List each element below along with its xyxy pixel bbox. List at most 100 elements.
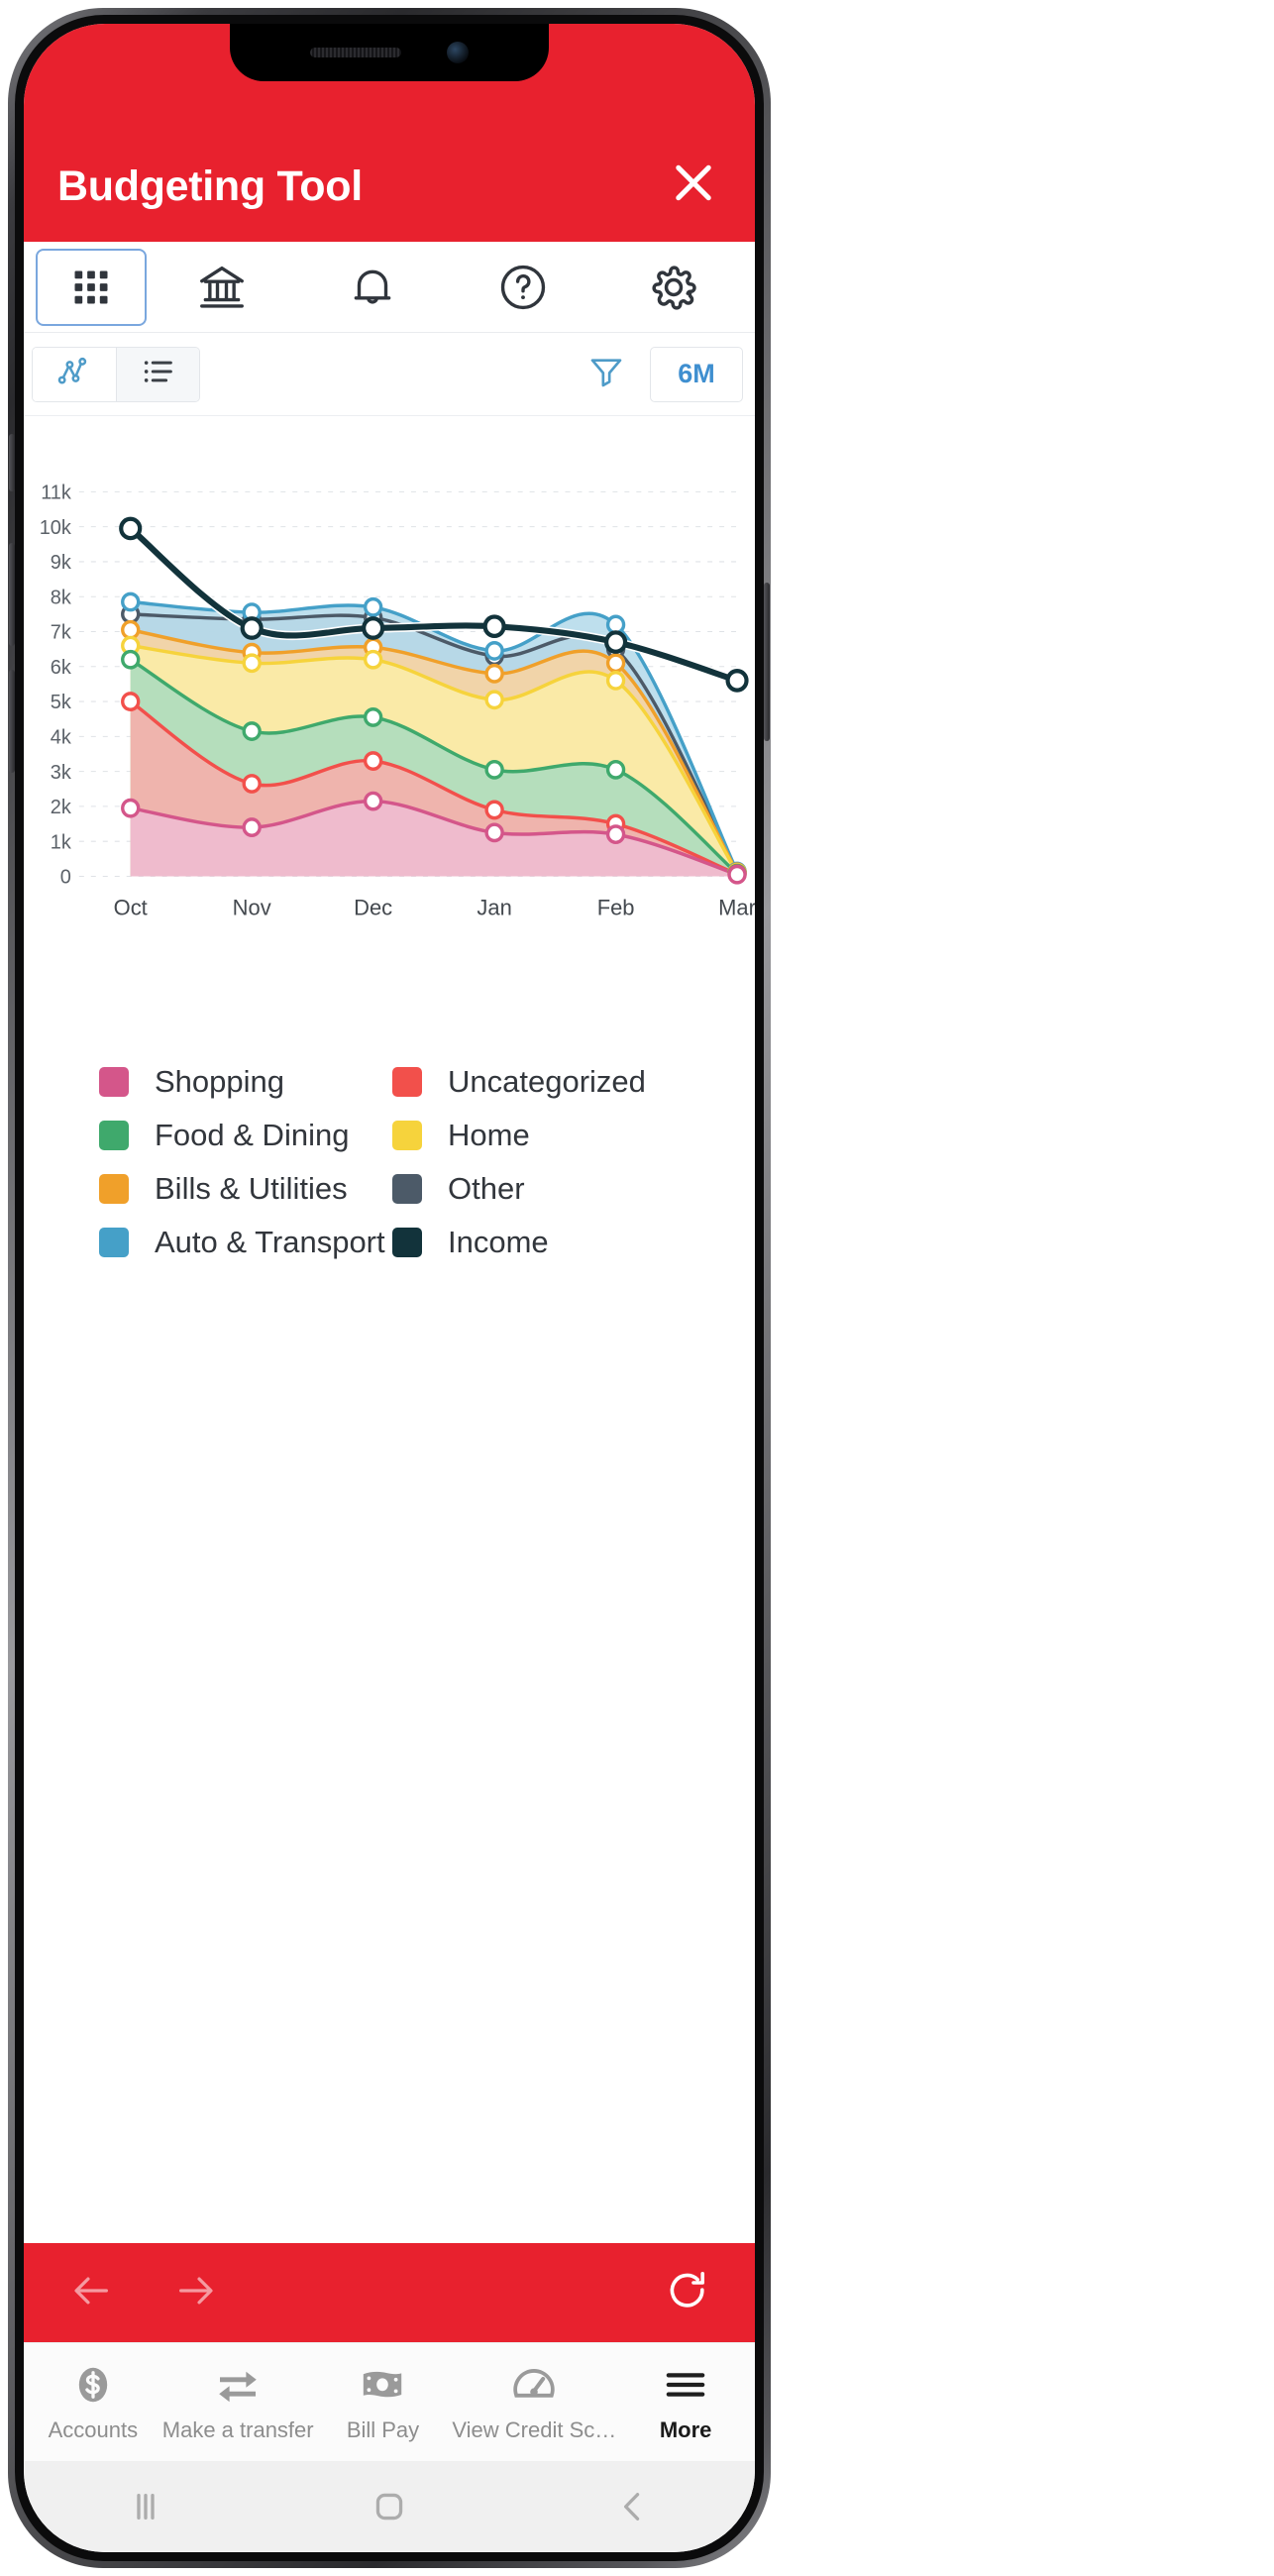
bottom-tab-view-credit-score[interactable]: View Credit Sc… <box>452 2343 616 2461</box>
stacked-area-chart[interactable]: 0 1k 2k 3k 4k 5k 6k 7k 8k 9k 10k 11k Oct Nov Dec Jan Feb… <box>24 474 755 949</box>
line-chart-icon <box>55 353 93 395</box>
legend-label: Home <box>448 1118 530 1152</box>
bottom-tab-label: Accounts <box>48 2416 139 2442</box>
tab-help[interactable] <box>448 249 598 326</box>
svg-text:1k: 1k <box>51 831 72 853</box>
tab-notifications[interactable] <box>297 249 448 326</box>
legend-item-bills-utilities[interactable]: Bills & Utilities <box>99 1171 392 1207</box>
bell-icon <box>346 261 399 314</box>
legend-swatch <box>392 1228 422 1257</box>
chart-svg: 0 1k 2k 3k 4k 5k 6k 7k 8k 9k 10k 11k Oct Nov Dec Jan Feb… <box>40 482 755 919</box>
volume-up-button[interactable] <box>9 543 15 646</box>
svg-text:9k: 9k <box>51 552 72 574</box>
bottom-tab-more[interactable]: More <box>616 2343 755 2461</box>
phone-screen: Budgeting Tool 6M 0 1k 2k 3k 4k 5k 6k 7k… <box>24 24 755 2552</box>
svg-text:6k: 6k <box>51 657 72 679</box>
legend-label: Income <box>448 1225 549 1259</box>
legend-item-auto-transport[interactable]: Auto & Transport <box>99 1225 392 1260</box>
legend-swatch <box>392 1121 422 1150</box>
legend-label: Bills & Utilities <box>155 1171 348 1206</box>
svg-text:8k: 8k <box>51 587 72 608</box>
chart-view-button[interactable] <box>33 347 116 401</box>
app-container: Budgeting Tool 6M 0 1k 2k 3k 4k 5k 6k 7k… <box>24 24 755 2552</box>
svg-text:5k: 5k <box>51 692 72 713</box>
banknote-icon <box>359 2362 406 2408</box>
question-circle-icon <box>496 261 550 314</box>
legend-swatch <box>99 1228 129 1257</box>
navigation-action-bar <box>24 2243 755 2342</box>
legend-item-uncategorized[interactable]: Uncategorized <box>392 1064 686 1100</box>
legend-label: Shopping <box>155 1064 285 1099</box>
legend-swatch <box>99 1067 129 1097</box>
legend-label: Food & Dining <box>155 1118 350 1152</box>
legend-swatch <box>99 1174 129 1204</box>
recents-icon[interactable] <box>125 2486 166 2527</box>
svg-text:0: 0 <box>60 866 71 888</box>
phone-frame: Budgeting Tool 6M 0 1k 2k 3k 4k 5k 6k 7k… <box>8 8 771 2568</box>
close-icon[interactable] <box>666 155 721 210</box>
svg-text:Mar: Mar <box>718 895 755 919</box>
filter-button[interactable] <box>569 347 644 402</box>
filter-icon <box>586 352 626 396</box>
forward-button[interactable] <box>164 2261 228 2324</box>
tab-apps-grid[interactable] <box>36 248 147 326</box>
legend-label: Other <box>448 1171 525 1206</box>
chart-toolbar: 6M <box>24 333 755 416</box>
svg-text:Nov: Nov <box>233 895 272 919</box>
legend-swatch <box>99 1121 129 1150</box>
phone-bezel: Budgeting Tool 6M 0 1k 2k 3k 4k 5k 6k 7k… <box>15 15 764 2561</box>
svg-text:4k: 4k <box>51 726 72 748</box>
tab-accounts-bank[interactable] <box>147 249 297 326</box>
legend-item-other[interactable]: Other <box>392 1171 686 1207</box>
notch <box>230 24 549 81</box>
legend-swatch <box>392 1067 422 1097</box>
speedometer-icon <box>510 2362 558 2408</box>
dollar-coin-icon <box>70 2362 116 2408</box>
legend-label: Auto & Transport <box>155 1225 385 1259</box>
legend-swatch <box>392 1174 422 1204</box>
bottom-tab-make-a-transfer[interactable]: Make a transfer <box>162 2343 314 2461</box>
svg-text:7k: 7k <box>51 621 72 643</box>
legend-item-income[interactable]: Income <box>392 1225 686 1260</box>
grid-icon <box>69 266 113 309</box>
screenshot-root: Budgeting Tool 6M 0 1k 2k 3k 4k 5k 6k 7k… <box>0 0 1274 2576</box>
svg-text:Dec: Dec <box>354 895 392 919</box>
list-icon <box>140 353 177 395</box>
earpiece-speaker <box>310 48 401 57</box>
gear-icon <box>646 260 701 315</box>
svg-text:10k: 10k <box>40 517 72 539</box>
list-view-button[interactable] <box>116 347 199 401</box>
bottom-tab-label: View Credit Sc… <box>452 2416 617 2442</box>
home-square-icon[interactable] <box>369 2486 410 2527</box>
hamburger-icon <box>662 2362 709 2408</box>
legend-label: Uncategorized <box>448 1064 646 1099</box>
chart-legend: Shopping Uncategorized Food & Dining Hom… <box>24 1064 755 1260</box>
legend-item-food-dining[interactable]: Food & Dining <box>99 1118 392 1153</box>
svg-text:Oct: Oct <box>114 895 148 919</box>
svg-text:3k: 3k <box>51 762 72 784</box>
front-camera-icon <box>447 42 469 63</box>
back-chevron-icon[interactable] <box>612 2486 654 2527</box>
tab-settings[interactable] <box>598 249 749 326</box>
svg-text:11k: 11k <box>41 482 72 503</box>
refresh-icon <box>664 2267 711 2319</box>
refresh-button[interactable] <box>656 2261 719 2324</box>
page-title: Budgeting Tool <box>57 162 363 210</box>
legend-item-shopping[interactable]: Shopping <box>99 1064 392 1100</box>
back-button[interactable] <box>59 2261 123 2324</box>
bottom-tab-label: Bill Pay <box>346 2416 420 2442</box>
chart-panel: 0 1k 2k 3k 4k 5k 6k 7k 8k 9k 10k 11k Oct Nov Dec Jan Feb… <box>24 416 755 2243</box>
power-button[interactable] <box>764 583 770 741</box>
mute-switch[interactable] <box>9 434 15 491</box>
svg-text:Feb: Feb <box>597 895 635 919</box>
arrow-right-icon <box>173 2268 219 2318</box>
bottom-tab-accounts[interactable]: Accounts <box>24 2343 162 2461</box>
bottom-tab-bar: Accounts Make a transfer Bill Pay View C… <box>24 2342 755 2461</box>
volume-down-button[interactable] <box>9 670 15 773</box>
android-navigation-bar <box>24 2461 755 2552</box>
legend-item-home[interactable]: Home <box>392 1118 686 1153</box>
bank-icon <box>195 261 249 314</box>
bottom-tab-bill-pay[interactable]: Bill Pay <box>314 2343 453 2461</box>
time-range-button[interactable]: 6M <box>650 346 743 402</box>
transfer-icon <box>214 2362 262 2408</box>
